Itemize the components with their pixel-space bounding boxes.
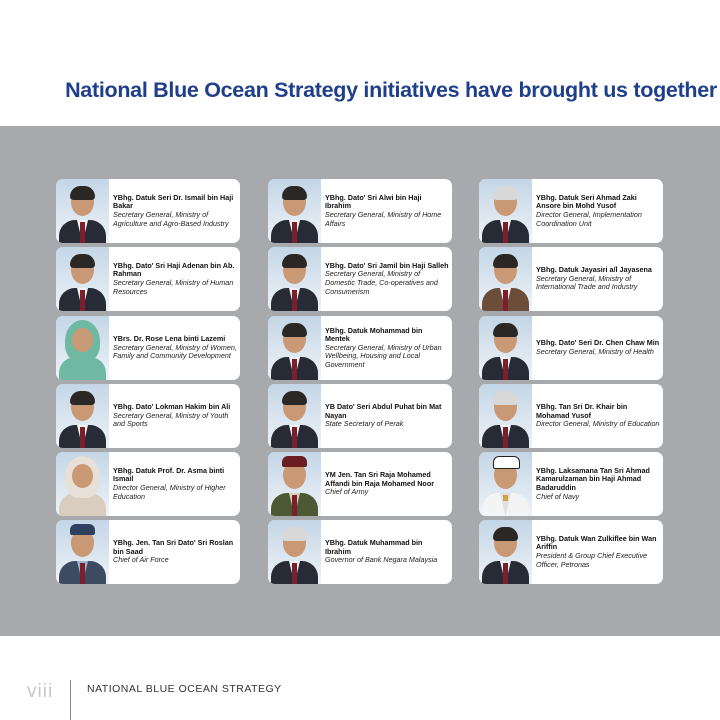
official-name: YBhg. Tan Sri Dr. Khair bin Mohamad Yuso… [536,402,628,420]
footer-divider [70,680,71,720]
official-card: YBhg. Datuk Mohammad bin Mentek Secretary… [268,316,452,380]
official-name: YM Jen. Tan Sri Raja Mohamed Affandi bin… [325,470,435,488]
official-card: YBhg. Datuk Seri Dr. Ismail bin Haji Bak… [56,179,240,243]
official-role: Director General, Implementation Coordin… [536,210,642,228]
official-role: President & Group Chief Executive Office… [536,551,648,569]
portrait-photo [56,520,109,584]
official-card: YBhg. Datuk Prof. Dr. Asma binti Ismail D… [56,452,240,516]
official-card: YBhg. Dato' Sri Alwi bin Haji Ibrahim Sec… [268,179,452,243]
official-name: YBhg. Datuk Seri Ahmad Zaki Ansore bin M… [536,192,637,211]
official-card: YBhg. Dato' Lokman Hakim bin Ali Secretar… [56,384,240,448]
portrait-photo [268,316,321,380]
portrait-photo [479,452,532,516]
official-role: Secretary General, Ministry of Internati… [536,273,638,292]
portrait-photo [479,247,532,311]
portrait-photo [56,247,109,311]
official-name: YBhg. Datuk Prof. Dr. Asma binti Ismail [113,465,225,484]
official-role: Secretary General, Ministry of Urban Wel… [325,342,442,369]
official-card: YBhg. Datuk Seri Ahmad Zaki Ansore bin M… [479,179,663,243]
official-card: YB Dato' Seri Abdul Puhat bin Mat Nayan S… [268,384,452,448]
portrait-photo [268,452,321,516]
portrait-photo [479,384,532,448]
official-name: YBhg. Laksamana Tan Sri Ahmad Kamarulzam… [536,465,650,492]
portrait-photo [479,520,532,584]
official-card: YBhg. Jen. Tan Sri Dato' Sri Roslan bin … [56,520,240,584]
official-name: YBhg. Datuk Muhammad bin Ibrahim [325,538,423,556]
official-role: Chief of Air Force [113,555,169,565]
official-role: Secretary General, Ministry of Home Affa… [325,210,442,228]
official-role: Secretary General, Ministry of Agricultu… [113,210,229,228]
portrait-photo [268,179,321,243]
official-role: Secretary General, Ministry of Human Res… [113,278,234,296]
official-name: YB Dato' Seri Abdul Puhat bin Mat Nayan [325,402,442,420]
official-role: Director General, Ministry of Higher Edu… [113,483,226,501]
official-card: YBhg. Dato' Sri Haji Adenan bin Ab. Rahm… [56,247,240,311]
official-role: Secretary General, Ministry of Youth and… [113,410,229,429]
official-name: YBhg. Dato' Sri Alwi bin Haji Ibrahim [325,192,422,211]
officials-panel: YBhg. Datuk Seri Dr. Ismail bin Haji Bak… [0,126,720,636]
official-role: Director General, Ministry of Education [536,419,660,429]
official-card: YM Jen. Tan Sri Raja Mohamed Affandi bin… [268,452,452,516]
official-card: YBhg. Tan Sri Dr. Khair bin Mohamad Yuso… [479,384,663,448]
official-role: Secretary General, Ministry of Health [536,347,654,356]
portrait-photo [479,316,532,380]
portrait-photo [479,179,532,243]
portrait-photo [56,452,109,516]
official-name: YBhg. Dato' Sri Haji Adenan bin Ab. Rahm… [113,260,235,279]
footer-title: NATIONAL BLUE OCEAN STRATEGY [87,683,282,695]
official-name: YBhg. Datuk Mohammad bin Mentek [325,325,423,344]
official-card: YBhg. Dato' Sri Jamil bin Haji Salleh Sec… [268,247,452,311]
official-card: YBhg. Dato' Seri Dr. Chen Chaw Min Secret… [479,316,663,380]
official-role: Secretary General, Ministry of Women, Fa… [113,342,237,361]
official-card: YBhg. Datuk Jayasiri a/l Jayasena Secreta… [479,247,663,311]
official-card: YBhg. Datuk Wan Zulkiflee bin Wan Ariffi… [479,520,663,584]
official-role: Chief of Navy [536,491,580,501]
portrait-photo [56,384,109,448]
portrait-photo [268,247,321,311]
official-role: Chief of Army [325,487,369,497]
page-number: viii [27,681,54,702]
portrait-photo [56,316,109,380]
official-role: Secretary General, Ministry of Domestic … [325,269,438,296]
portrait-photo [268,520,321,584]
official-card: YBrs. Dr. Rose Lena binti Lazemi Secretar… [56,316,240,380]
official-role: State Secretary of Perak [325,419,404,429]
page-headline: National Blue Ocean Strategy initiatives… [65,78,717,102]
portrait-photo [56,179,109,243]
official-name: YBhg. Datuk Seri Dr. Ismail bin Haji Bak… [113,192,234,211]
official-card: YBhg. Laksamana Tan Sri Ahmad Kamarulzam… [479,452,663,516]
official-name: YBhg. Datuk Wan Zulkiflee bin Wan Ariffi… [536,533,657,552]
official-card: YBhg. Datuk Muhammad bin Ibrahim Governor… [268,520,452,584]
portrait-photo [268,384,321,448]
official-role: Governor of Bank Negara Malaysia [325,555,438,565]
official-name: YBhg. Jen. Tan Sri Dato' Sri Roslan bin … [113,538,234,556]
